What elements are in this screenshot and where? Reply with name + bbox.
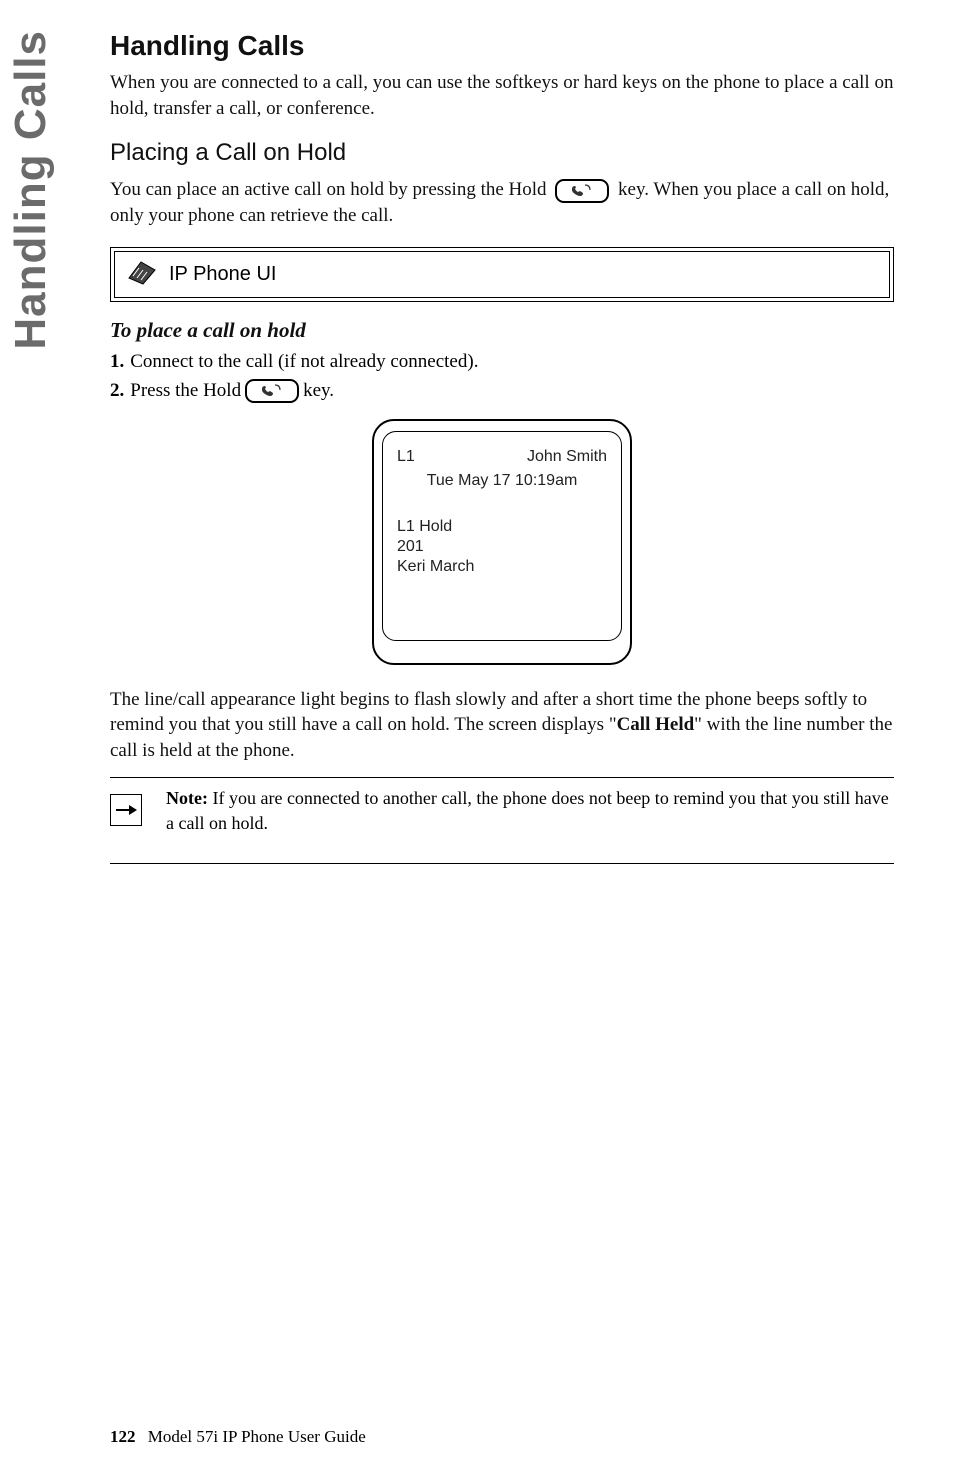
procedure-heading: To place a call on hold: [110, 318, 894, 343]
page-number: 122: [110, 1427, 136, 1446]
page-footer: 122 Model 57i IP Phone User Guide: [110, 1427, 366, 1447]
intro-paragraph: When you are connected to a call, you ca…: [110, 70, 894, 121]
screen-datetime: Tue May 17 10:19am: [397, 472, 607, 490]
ip-phone-ui-panel: IP Phone UI: [110, 247, 894, 302]
step-2-text-a: Press the Hold: [130, 380, 241, 402]
screen-caller-name: John Smith: [527, 448, 607, 466]
hold-key-icon: [555, 179, 609, 203]
note-block: Note: If you are connected to another ca…: [110, 777, 894, 864]
step-2-number: 2.: [110, 380, 124, 402]
screen-held-caller: Keri March: [397, 558, 607, 576]
step-1-number: 1.: [110, 351, 124, 373]
hold-key-icon: [245, 379, 299, 403]
phone-ui-icon: [125, 258, 159, 291]
step-1: 1. Connect to the call (if not already c…: [110, 351, 894, 373]
screen-line-indicator: L1: [397, 448, 415, 466]
note-text: If you are connected to another call, th…: [166, 788, 889, 832]
footer-title: Model 57i IP Phone User Guide: [148, 1427, 366, 1446]
note-arrow-icon: [110, 794, 142, 826]
page-title: Handling Calls: [110, 30, 894, 62]
note-label: Note:: [166, 788, 208, 808]
screen-extension: 201: [397, 538, 607, 556]
subheading-placing-hold: Placing a Call on Hold: [110, 139, 894, 167]
step-2: 2. Press the Hold key.: [110, 379, 894, 403]
phone-screen-illustration: L1 John Smith Tue May 17 10:19am L1 Hold…: [110, 419, 894, 665]
step-1-text: Connect to the call (if not already conn…: [130, 351, 478, 373]
ip-phone-ui-label: IP Phone UI: [169, 263, 276, 286]
call-held-bold: Call Held: [617, 714, 695, 735]
screen-hold-line: L1 Hold: [397, 518, 607, 536]
after-screen-paragraph: The line/call appearance light begins to…: [110, 687, 894, 764]
hold-paragraph: You can place an active call on hold by …: [110, 177, 894, 228]
hold-para-text-a: You can place an active call on hold by …: [110, 179, 551, 200]
step-2-text-b: key.: [303, 380, 334, 402]
